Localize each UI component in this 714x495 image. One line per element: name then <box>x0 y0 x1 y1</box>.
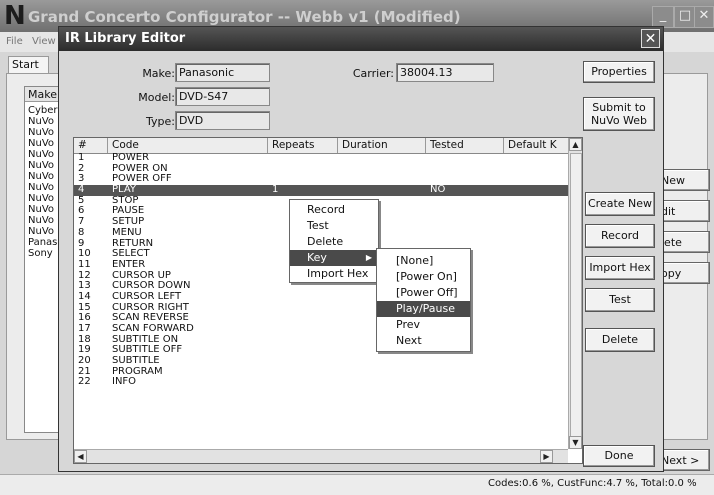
list-item[interactable]: NuVo <box>28 215 54 226</box>
delete-button[interactable]: Delete <box>585 328 655 352</box>
submenu-item-power-on[interactable]: [Power On] <box>377 269 470 285</box>
list-item[interactable]: NuVo <box>28 204 54 215</box>
vertical-scrollbar[interactable]: ▲ ▼ <box>568 138 582 449</box>
scroll-up-icon[interactable]: ▲ <box>569 138 582 151</box>
submenu-arrow-icon: ▶ <box>365 253 372 262</box>
main-window-title: Grand Concerto Configurator -- Webb v1 (… <box>28 8 461 26</box>
submit-label-line1: Submit to <box>592 101 646 114</box>
model-field[interactable]: DVD-S47 <box>175 87 270 106</box>
app-logo: N <box>4 1 26 31</box>
submenu-item-prev[interactable]: Prev <box>377 317 470 333</box>
scroll-right-icon[interactable]: ▶ <box>540 450 553 463</box>
list-item[interactable]: NuVo <box>28 182 54 193</box>
record-button[interactable]: Record <box>585 224 655 248</box>
type-field[interactable]: DVD <box>175 111 270 130</box>
col-duration[interactable]: Duration <box>338 138 426 153</box>
import-hex-button[interactable]: Import Hex <box>585 256 655 280</box>
ir-code-grid[interactable]: # Code Repeats Duration Tested Default K… <box>73 137 583 464</box>
carrier-field[interactable]: 38004.13 <box>396 63 494 82</box>
make-list-header[interactable]: Make <box>25 87 59 102</box>
create-new-button[interactable]: Create New <box>585 192 655 216</box>
test-button[interactable]: Test <box>585 288 655 312</box>
list-item[interactable]: NuVo <box>28 127 54 138</box>
cell-code: INFO <box>112 376 137 388</box>
table-row[interactable]: 21 PROGRAM <box>74 366 568 378</box>
scroll-left-icon[interactable]: ◀ <box>74 450 87 463</box>
key-submenu: [None] [Power On] [Power Off] Play/Pause… <box>376 248 471 352</box>
col-default-key[interactable]: Default K <box>504 138 568 153</box>
submenu-item-next[interactable]: Next <box>377 333 470 349</box>
cell-code: MENU <box>112 226 142 238</box>
list-item[interactable]: NuVo <box>28 193 54 204</box>
scroll-thumb[interactable] <box>570 153 582 437</box>
minimize-icon[interactable]: _ <box>652 6 674 28</box>
col-number[interactable]: # <box>74 138 108 153</box>
submenu-item-none[interactable]: [None] <box>377 253 470 269</box>
list-item[interactable]: Sony <box>28 248 53 259</box>
type-label: Type: <box>146 115 175 128</box>
cell-repeats: 1 <box>272 184 279 196</box>
menu-item-key-label: Key <box>307 251 327 264</box>
table-row[interactable]: 3 POWER OFF <box>74 174 568 185</box>
close-icon[interactable]: ✕ <box>641 29 660 48</box>
context-menu: Record Test Delete Key ▶ Import Hex <box>289 199 379 283</box>
horizontal-scrollbar[interactable]: ◀ ▶ <box>74 449 568 463</box>
carrier-label: Carrier: <box>352 67 394 80</box>
list-item[interactable]: NuVo <box>28 171 54 182</box>
cell-tested: NO <box>430 184 446 196</box>
table-row[interactable]: 22 INFO <box>74 377 568 388</box>
make-list[interactable]: Make Cyberh NuVo NuVo NuVo NuVo NuVo NuV… <box>24 86 64 433</box>
menu-item-import-hex[interactable]: Import Hex <box>290 266 378 282</box>
list-item[interactable]: NuVo <box>28 116 54 127</box>
col-tested[interactable]: Tested <box>426 138 504 153</box>
maximize-icon[interactable]: □ <box>674 6 696 28</box>
list-item[interactable]: NuVo <box>28 226 54 237</box>
cell-code: ENTER <box>112 258 146 270</box>
list-item[interactable]: NuVo <box>28 149 54 160</box>
scroll-down-icon[interactable]: ▼ <box>569 436 582 449</box>
col-repeats[interactable]: Repeats <box>268 138 338 153</box>
menu-item-delete[interactable]: Delete <box>290 234 378 250</box>
menu-item-test[interactable]: Test <box>290 218 378 234</box>
done-button[interactable]: Done <box>583 445 655 467</box>
make-label: Make: <box>142 67 175 80</box>
submenu-item-power-off[interactable]: [Power Off] <box>377 285 470 301</box>
close-icon[interactable]: ✕ <box>694 6 714 28</box>
list-item[interactable]: NuVo <box>28 138 54 149</box>
menu-item-record[interactable]: Record <box>290 202 378 218</box>
table-row[interactable]: 4 PLAY 1 NO <box>74 184 568 196</box>
status-text: Codes:0.6 %, CustFunc:4.7 %, Total:0.0 % <box>488 478 697 489</box>
tab-start[interactable]: Start <box>8 56 49 73</box>
model-label: Model: <box>138 91 175 104</box>
submenu-item-play-pause[interactable]: Play/Pause <box>377 301 470 317</box>
menu-view[interactable]: View <box>32 36 56 47</box>
submit-label-line2: NuVo Web <box>590 114 648 127</box>
properties-button[interactable]: Properties <box>583 61 655 83</box>
menu-item-key[interactable]: Key ▶ <box>290 250 378 266</box>
make-field[interactable]: Panasonic <box>175 63 270 82</box>
submit-to-nuvo-web-button[interactable]: Submit to NuVo Web <box>583 97 655 131</box>
menu-file[interactable]: File <box>6 36 23 47</box>
col-code[interactable]: Code <box>108 138 268 153</box>
list-item[interactable]: NuVo <box>28 160 54 171</box>
cell-number: 11 <box>78 258 91 270</box>
dialog-title: IR Library Editor <box>65 31 186 46</box>
cell-number: 8 <box>78 226 85 238</box>
cell-number: 22 <box>78 376 91 388</box>
